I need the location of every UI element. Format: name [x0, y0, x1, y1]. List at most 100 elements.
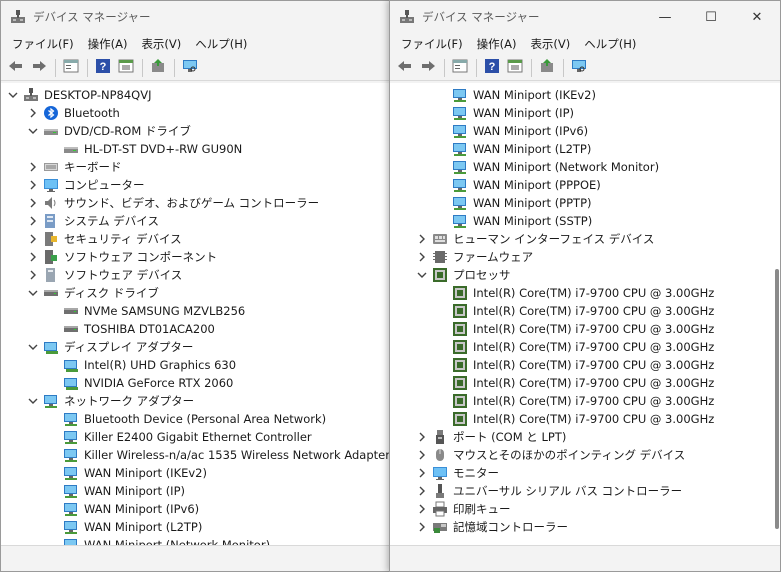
- tree-category[interactable]: ユニバーサル シリアル バス コントローラー: [432, 482, 682, 500]
- tree-category[interactable]: 記憶域コントローラー: [432, 518, 568, 536]
- tree-category[interactable]: マウスとそのほかのポインティング デバイス: [432, 446, 685, 464]
- tree-device-item[interactable]: Intel(R) Core(TM) i7-9700 CPU @ 3.00GHz: [452, 338, 714, 356]
- menu-file[interactable]: ファイル(F): [394, 36, 470, 52]
- tree-category[interactable]: ディスク ドライブ: [43, 284, 159, 302]
- tree-device-item[interactable]: Intel(R) UHD Graphics 630: [63, 356, 236, 374]
- menu-help[interactable]: ヘルプ(H): [577, 36, 643, 52]
- tree-device-item[interactable]: WAN Miniport (IKEv2): [452, 86, 596, 104]
- tree-category[interactable]: サウンド、ビデオ、およびゲーム コントローラー: [43, 194, 319, 212]
- expand-chevron-icon[interactable]: [27, 230, 39, 248]
- tree-device-item[interactable]: Intel(R) Core(TM) i7-9700 CPU @ 3.00GHz: [452, 374, 714, 392]
- minimize-button[interactable]: —: [642, 1, 688, 33]
- back-arrow-button[interactable]: [5, 57, 27, 79]
- tree-category[interactable]: ファームウェア: [432, 248, 533, 266]
- title-bar[interactable]: デバイス マネージャー — ☐ ✕: [390, 1, 780, 33]
- tree-device-item[interactable]: Intel(R) Core(TM) i7-9700 CPU @ 3.00GHz: [452, 410, 714, 428]
- tree-device-item[interactable]: Killer E2400 Gigabit Ethernet Controller: [63, 428, 312, 446]
- tree-device-item[interactable]: WAN Miniport (IP): [452, 104, 574, 122]
- title-bar[interactable]: デバイス マネージャー: [1, 1, 391, 33]
- expand-chevron-icon[interactable]: [416, 464, 428, 482]
- tree-device-item[interactable]: HL-DT-ST DVD+-RW GU90N: [63, 140, 242, 158]
- help-button[interactable]: ?: [481, 57, 503, 79]
- expand-chevron-icon[interactable]: [416, 248, 428, 266]
- tree-category[interactable]: ポート (COM と LPT): [432, 428, 566, 446]
- collapse-chevron-icon[interactable]: [416, 266, 428, 284]
- tree-category[interactable]: コンピューター: [43, 176, 145, 194]
- close-button[interactable]: ✕: [734, 1, 780, 33]
- tree-device-item[interactable]: Bluetooth Device (Personal Area Network): [63, 410, 326, 428]
- tree-device-item[interactable]: Intel(R) Core(TM) i7-9700 CPU @ 3.00GHz: [452, 392, 714, 410]
- forward-arrow-button[interactable]: [417, 57, 439, 79]
- expand-chevron-icon[interactable]: [27, 104, 39, 122]
- expand-chevron-icon[interactable]: [416, 518, 428, 536]
- tree-device-item[interactable]: WAN Miniport (Network Monitor): [452, 158, 659, 176]
- tree-category[interactable]: ソフトウェア デバイス: [43, 266, 182, 284]
- tree-category[interactable]: 印刷キュー: [432, 500, 511, 518]
- tree-category[interactable]: セキュリティ デバイス: [43, 230, 182, 248]
- tree-category[interactable]: Bluetooth: [43, 104, 120, 122]
- expand-chevron-icon[interactable]: [416, 482, 428, 500]
- tree-category[interactable]: ソフトウェア コンポーネント: [43, 248, 217, 266]
- tree-device-item[interactable]: WAN Miniport (PPPOE): [452, 176, 601, 194]
- properties-button[interactable]: [449, 57, 471, 79]
- tree-device-item[interactable]: WAN Miniport (PPTP): [452, 194, 592, 212]
- tree-category[interactable]: キーボード: [43, 158, 122, 176]
- tree-device-item[interactable]: TOSHIBA DT01ACA200: [63, 320, 215, 338]
- expand-chevron-icon[interactable]: [27, 266, 39, 284]
- collapse-chevron-icon[interactable]: [27, 284, 39, 302]
- tree-device-item[interactable]: WAN Miniport (L2TP): [452, 140, 591, 158]
- tree-device-item[interactable]: WAN Miniport (L2TP): [63, 518, 202, 536]
- expand-chevron-icon[interactable]: [416, 428, 428, 446]
- action-view-button[interactable]: [504, 57, 526, 79]
- tree-device-item[interactable]: Intel(R) Core(TM) i7-9700 CPU @ 3.00GHz: [452, 284, 714, 302]
- expand-chevron-icon[interactable]: [27, 194, 39, 212]
- tree-device-item[interactable]: Intel(R) Core(TM) i7-9700 CPU @ 3.00GHz: [452, 302, 714, 320]
- menu-view[interactable]: 表示(V): [523, 36, 577, 52]
- tree-device-item[interactable]: NVMe SAMSUNG MZVLB256: [63, 302, 245, 320]
- menu-view[interactable]: 表示(V): [134, 36, 188, 52]
- tree-category[interactable]: DVD/CD-ROM ドライブ: [43, 122, 191, 140]
- vertical-scrollbar[interactable]: [775, 269, 779, 529]
- properties-button[interactable]: [60, 57, 82, 79]
- tree-device-item[interactable]: WAN Miniport (SSTP): [452, 212, 592, 230]
- menu-file[interactable]: ファイル(F): [5, 36, 81, 52]
- tree-device-item[interactable]: WAN Miniport (Network Monitor): [63, 536, 270, 545]
- tree-category[interactable]: ヒューマン インターフェイス デバイス: [432, 230, 654, 248]
- collapse-chevron-icon[interactable]: [27, 338, 39, 356]
- tree-category[interactable]: ディスプレイ アダプター: [43, 338, 193, 356]
- tree-device-item[interactable]: WAN Miniport (IPv6): [452, 122, 588, 140]
- help-button[interactable]: ?: [92, 57, 114, 79]
- tree-category[interactable]: プロセッサ: [432, 266, 511, 284]
- update-driver-button[interactable]: [147, 57, 169, 79]
- maximize-button[interactable]: ☐: [688, 1, 734, 33]
- expand-chevron-icon[interactable]: [416, 446, 428, 464]
- tree-category[interactable]: ネットワーク アダプター: [43, 392, 194, 410]
- scan-hardware-button[interactable]: [179, 57, 201, 79]
- expand-chevron-icon[interactable]: [27, 248, 39, 266]
- collapse-chevron-icon[interactable]: [7, 86, 19, 104]
- forward-arrow-button[interactable]: [28, 57, 50, 79]
- expand-chevron-icon[interactable]: [27, 176, 39, 194]
- tree-device-item[interactable]: WAN Miniport (IP): [63, 482, 185, 500]
- tree-device-item[interactable]: Intel(R) Core(TM) i7-9700 CPU @ 3.00GHz: [452, 356, 714, 374]
- collapse-chevron-icon[interactable]: [27, 122, 39, 140]
- tree-device-item[interactable]: Killer Wireless-n/a/ac 1535 Wireless Net…: [63, 446, 390, 464]
- update-driver-button[interactable]: [536, 57, 558, 79]
- tree-device-item[interactable]: NVIDIA GeForce RTX 2060: [63, 374, 233, 392]
- collapse-chevron-icon[interactable]: [27, 392, 39, 410]
- expand-chevron-icon[interactable]: [416, 230, 428, 248]
- tree-category[interactable]: DESKTOP-NP84QVJ: [23, 86, 151, 104]
- tree-device-item[interactable]: WAN Miniport (IKEv2): [63, 464, 207, 482]
- menu-action[interactable]: 操作(A): [81, 36, 135, 52]
- expand-chevron-icon[interactable]: [416, 500, 428, 518]
- tree-device-item[interactable]: WAN Miniport (IPv6): [63, 500, 199, 518]
- action-view-button[interactable]: [115, 57, 137, 79]
- menu-action[interactable]: 操作(A): [470, 36, 524, 52]
- menu-help[interactable]: ヘルプ(H): [188, 36, 254, 52]
- scan-hardware-button[interactable]: [568, 57, 590, 79]
- expand-chevron-icon[interactable]: [27, 158, 39, 176]
- expand-chevron-icon[interactable]: [27, 212, 39, 230]
- tree-device-item[interactable]: Intel(R) Core(TM) i7-9700 CPU @ 3.00GHz: [452, 320, 714, 338]
- tree-category[interactable]: システム デバイス: [43, 212, 159, 230]
- tree-category[interactable]: モニター: [432, 464, 499, 482]
